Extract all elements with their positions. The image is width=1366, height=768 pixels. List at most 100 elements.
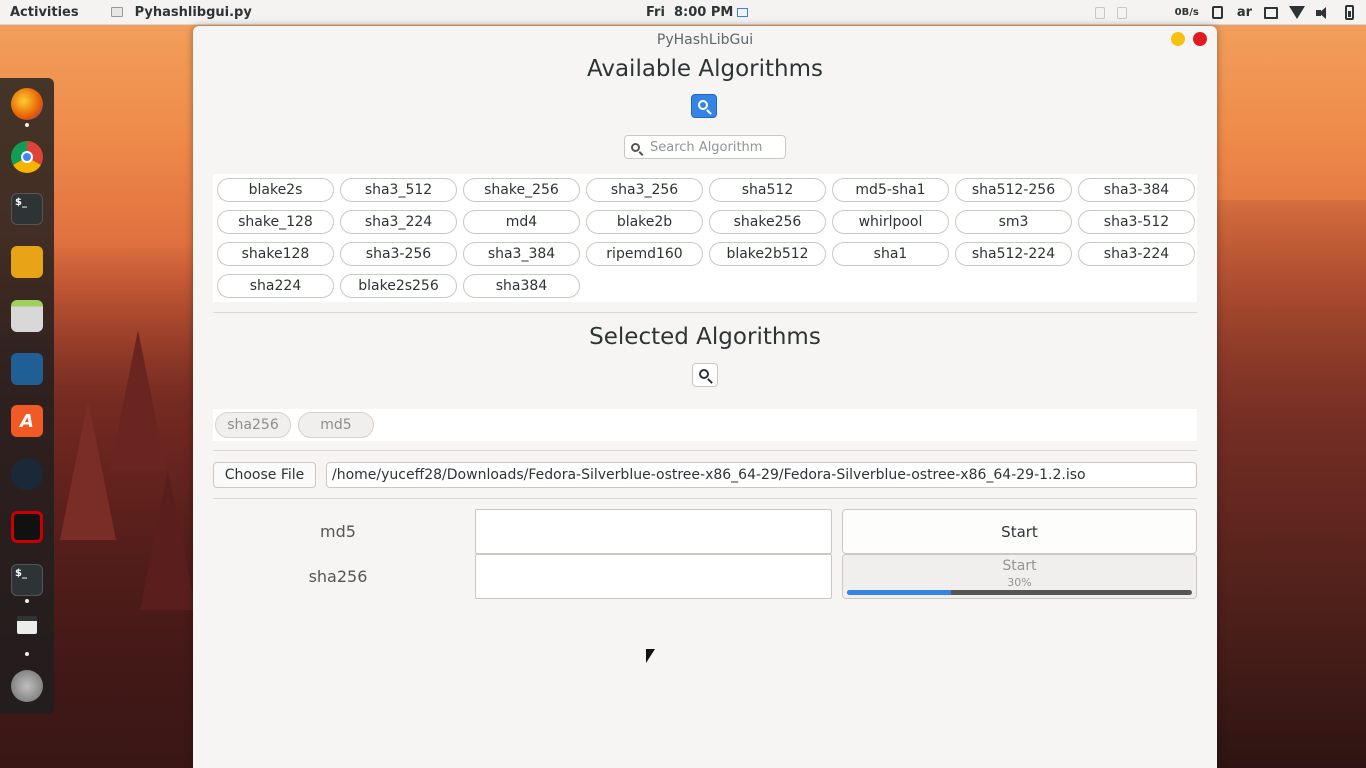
algorithm-chip[interactable]: sha512-224 xyxy=(955,242,1072,266)
separator xyxy=(213,498,1197,499)
netspeed-indicator[interactable]: 0B/s xyxy=(1175,7,1199,18)
window-title: PyHashLibGui xyxy=(656,32,754,48)
start-button[interactable]: Start xyxy=(842,509,1197,554)
app-window: PyHashLibGui Available Algorithms blake2… xyxy=(193,26,1217,768)
wallpaper-hill-right xyxy=(1216,200,1366,768)
system-tray: 0B/s ar xyxy=(1094,0,1356,25)
window-icon[interactable] xyxy=(17,616,37,634)
algorithm-chip[interactable]: whirlpool xyxy=(832,210,949,234)
firefox-icon[interactable] xyxy=(11,88,43,120)
running-indicator xyxy=(25,652,29,656)
algorithm-chip[interactable]: sha3-256 xyxy=(340,242,457,266)
keyboard-layout-indicator[interactable]: ar xyxy=(1237,5,1252,20)
wallpaper-tree xyxy=(110,330,166,470)
terminal-icon[interactable]: $_ xyxy=(11,193,43,225)
algorithm-chip[interactable]: sha224 xyxy=(217,274,334,298)
file-path-field[interactable]: /home/yuceff28/Downloads/Fedora-Silverbl… xyxy=(326,462,1197,488)
wallpaper-tree xyxy=(140,470,196,610)
algorithm-search-field[interactable] xyxy=(624,135,786,159)
clock-day: Fri xyxy=(646,5,665,20)
algorithm-chip[interactable]: shake128 xyxy=(217,242,334,266)
jenkins-icon[interactable] xyxy=(11,246,43,278)
selected-search-toggle[interactable] xyxy=(692,363,718,387)
search-icon xyxy=(699,369,709,379)
selected-algorithms-heading: Selected Algorithms xyxy=(589,324,821,350)
mouse-cursor-icon xyxy=(646,649,655,663)
progress-label: 30% xyxy=(1007,576,1032,589)
search-icon xyxy=(631,142,640,152)
separator xyxy=(213,450,1197,451)
algorithm-chip[interactable]: md5-sha1 xyxy=(832,178,949,202)
start-button-running: Start 30% xyxy=(842,554,1197,599)
clipboard-icon[interactable] xyxy=(1212,6,1224,19)
algorithm-chip[interactable]: sha3_512 xyxy=(340,178,457,202)
choose-file-button[interactable]: Choose File xyxy=(213,462,316,488)
algorithm-chip[interactable]: blake2s xyxy=(217,178,334,202)
progress-bar xyxy=(847,590,1192,595)
algorithm-chip[interactable]: sha3_256 xyxy=(586,178,703,202)
running-indicator xyxy=(25,599,29,603)
top-bar: Activities Pyhashlibgui.py Fri 8:00 PM 0… xyxy=(0,0,1366,25)
available-search-toggle[interactable] xyxy=(691,94,717,118)
acrobat-icon[interactable]: A xyxy=(11,405,43,437)
start-button-label: Start xyxy=(1002,558,1037,574)
algorithm-chip[interactable]: sha3-512 xyxy=(1078,210,1195,234)
algorithm-chip[interactable]: md4 xyxy=(463,210,580,234)
dock: $_ A $_ xyxy=(0,78,54,714)
clock-time: 8:00 PM xyxy=(673,5,734,20)
hash-row-label: md5 xyxy=(320,522,356,541)
close-button[interactable] xyxy=(1193,32,1207,46)
selected-algorithm-chip[interactable]: sha256 xyxy=(215,412,291,438)
app-menu-icon xyxy=(110,7,123,17)
available-algorithms-list: blake2s sha3_512 shake_256 sha3_256 sha512 md… xyxy=(213,174,1197,302)
display-icon[interactable] xyxy=(1264,6,1278,19)
algorithm-chip[interactable]: ripemd160 xyxy=(586,242,703,266)
app-menu[interactable]: Pyhashlibgui.py xyxy=(110,4,252,20)
wallpaper-tree xyxy=(60,400,116,540)
algorithm-chip[interactable]: shake256 xyxy=(709,210,826,234)
files-icon[interactable] xyxy=(11,300,43,332)
running-indicator xyxy=(25,123,29,127)
clock[interactable]: Fri 8:00 PM xyxy=(646,0,749,25)
algorithm-chip[interactable]: shake_256 xyxy=(463,178,580,202)
mail-icon xyxy=(737,8,749,17)
available-algorithms-heading: Available Algorithms xyxy=(586,56,824,82)
algorithm-chip[interactable]: sha3_384 xyxy=(463,242,580,266)
algorithm-chip[interactable]: blake2s256 xyxy=(340,274,457,298)
chrome-icon[interactable] xyxy=(11,141,43,173)
algorithm-chip[interactable]: sha1 xyxy=(832,242,949,266)
selected-algorithm-chip[interactable]: md5 xyxy=(298,412,374,438)
hash-output-field[interactable] xyxy=(475,509,832,554)
progress-bar-fill xyxy=(847,590,951,595)
terminal-2-icon[interactable]: $_ xyxy=(11,564,43,596)
tray-indicator-icon[interactable] xyxy=(1094,6,1105,19)
algorithm-chip[interactable]: sha3_224 xyxy=(340,210,457,234)
app-menu-label: Pyhashlibgui.py xyxy=(134,4,252,20)
minimize-button[interactable] xyxy=(1171,32,1185,46)
algorithm-chip[interactable]: blake2b512 xyxy=(709,242,826,266)
screenshot-icon[interactable] xyxy=(11,353,43,385)
algorithm-chip[interactable]: sm3 xyxy=(955,210,1072,234)
algorithm-chip[interactable]: sha384 xyxy=(463,274,580,298)
algorithm-chip[interactable]: sha512 xyxy=(709,178,826,202)
wifi-icon[interactable] xyxy=(1289,6,1305,19)
hash-row-label: sha256 xyxy=(308,567,368,586)
steam-icon[interactable] xyxy=(11,458,43,490)
hash-output-field[interactable] xyxy=(475,554,832,599)
algorithm-chip[interactable]: sha3-384 xyxy=(1078,178,1195,202)
algorithm-search-input[interactable] xyxy=(650,139,780,155)
activities-button[interactable]: Activities xyxy=(0,0,91,25)
tray-indicator-2-icon[interactable] xyxy=(1116,6,1127,19)
available-algorithms-grid: blake2s sha3_512 shake_256 sha3_256 sha512 md… xyxy=(217,178,1195,298)
search-icon xyxy=(698,100,708,110)
battery-icon[interactable] xyxy=(1344,5,1354,20)
separator xyxy=(213,312,1197,313)
algorithm-chip[interactable]: blake2b xyxy=(586,210,703,234)
algorithm-chip[interactable]: shake_128 xyxy=(217,210,334,234)
volume-icon[interactable] xyxy=(1316,6,1330,20)
algorithm-chip[interactable]: sha3-224 xyxy=(1078,242,1195,266)
red-app-icon[interactable] xyxy=(11,511,43,543)
algorithm-chip[interactable]: sha512-256 xyxy=(955,178,1072,202)
title-bar[interactable]: PyHashLibGui xyxy=(193,26,1217,54)
launcher-icon[interactable] xyxy=(11,670,43,702)
